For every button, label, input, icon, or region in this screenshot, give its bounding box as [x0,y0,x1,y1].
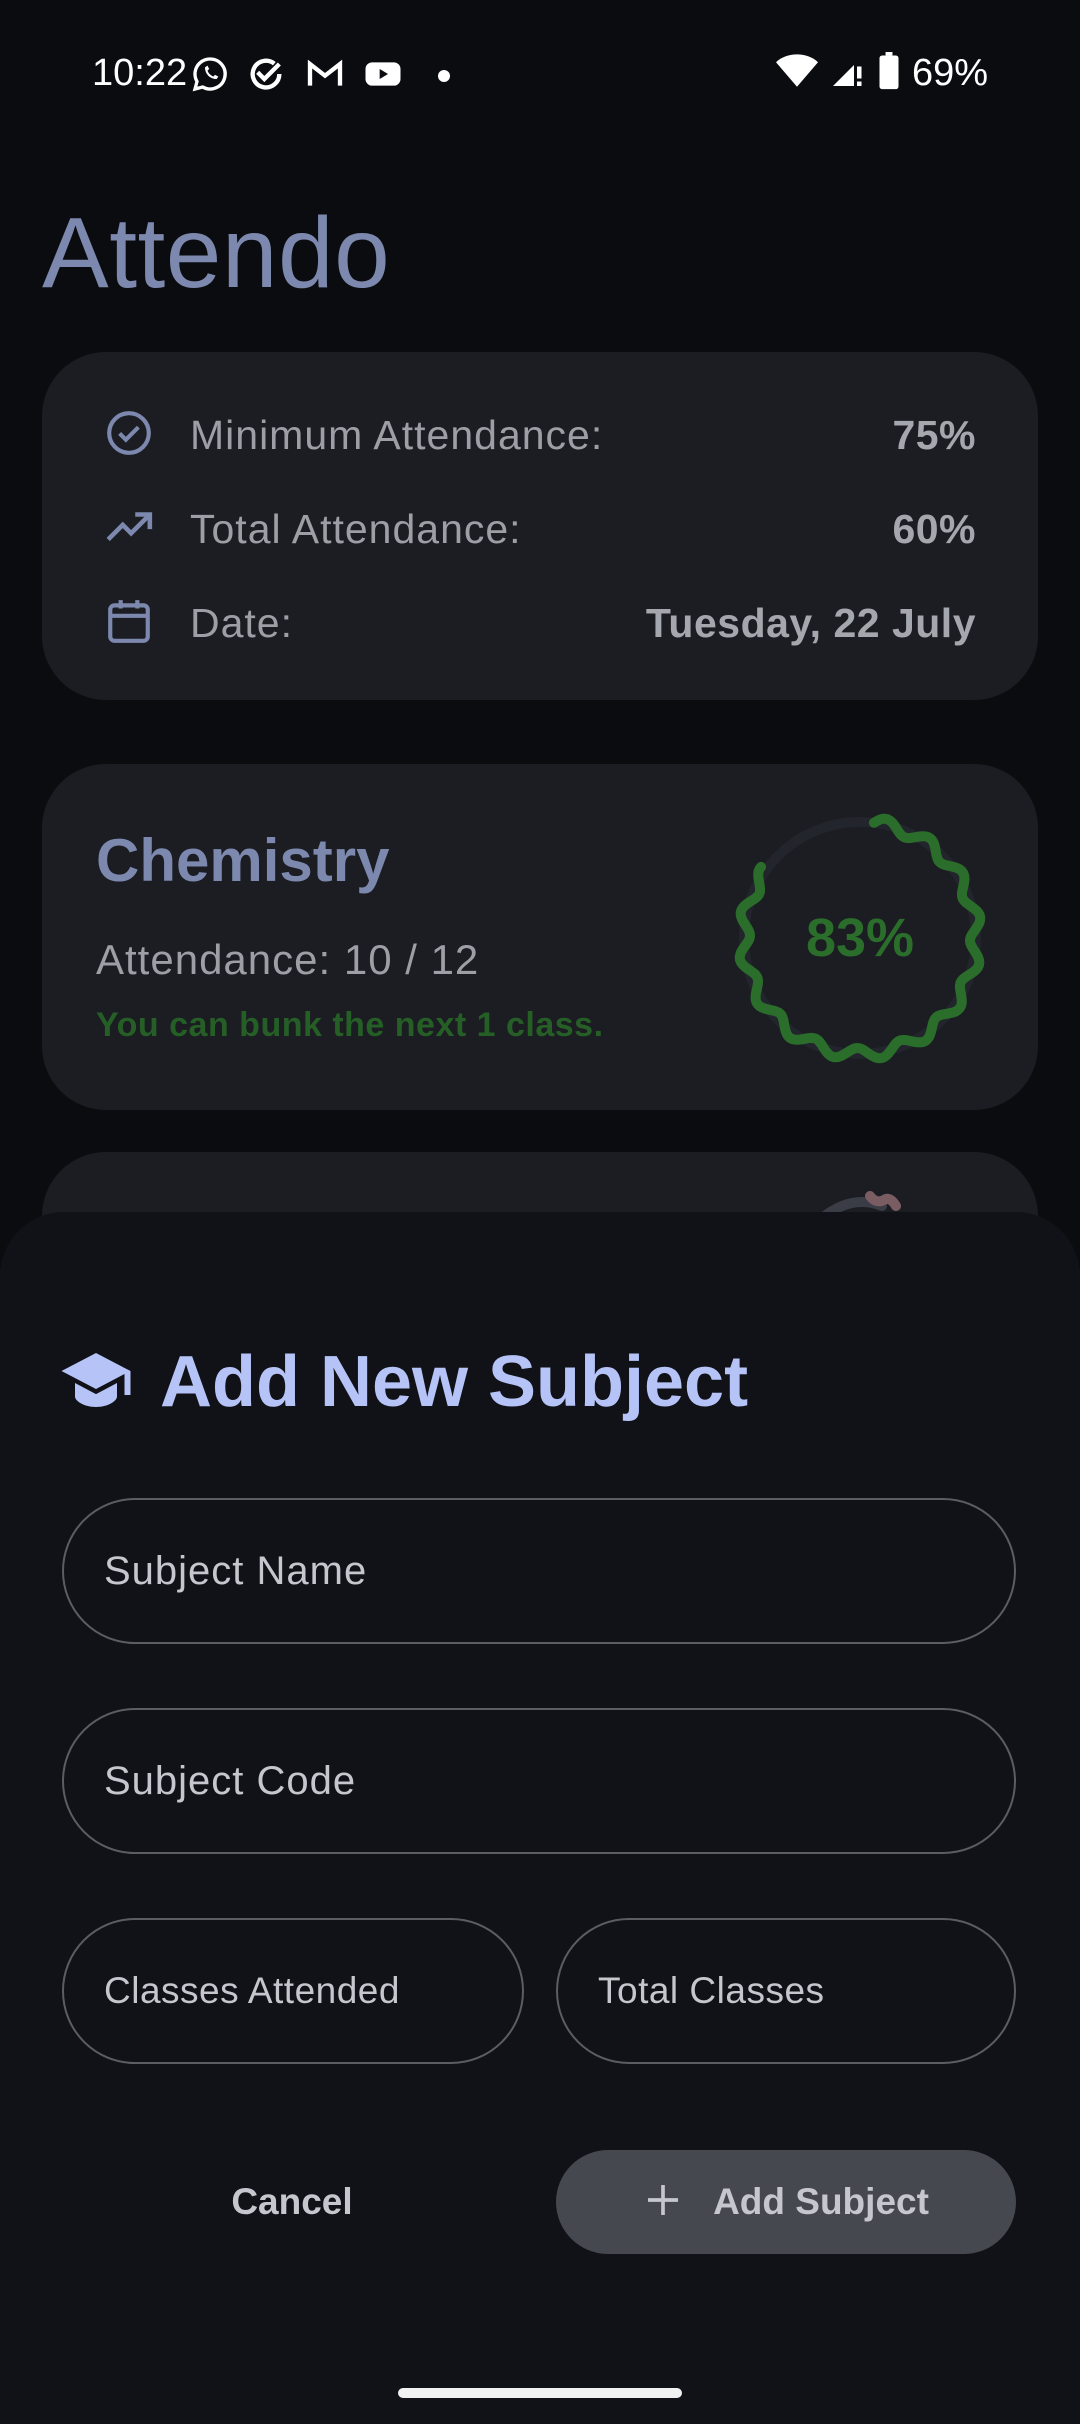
app-background: 10:22 69% Attendo Minimum Attendance: 75… [0,0,1080,2424]
total-classes-placeholder: Total Classes [598,1970,825,2011]
attendance-summary-card: Minimum Attendance: 75% Total Attendance… [42,352,1038,700]
status-right: 69% [775,52,988,95]
battery-icon [878,52,900,95]
minimum-attendance-label: Minimum Attendance: [190,412,604,458]
graduation-cap-icon [60,1350,132,1415]
minimum-attendance-value: 75% [892,412,976,458]
wifi-icon [775,53,818,94]
more-notifications-dot [438,70,450,82]
total-attendance-value: 60% [892,506,976,552]
minimum-attendance-row: Minimum Attendance: 75% [42,402,1038,462]
status-time: 10:22 [92,52,188,94]
cancel-button-label: Cancel [231,2181,353,2222]
cellular-signal-icon [830,53,866,94]
plus-icon [643,2180,683,2225]
subject-card-chemistry[interactable]: Chemistry Attendance: 10 / 12 You can bu… [42,764,1038,1110]
date-label: Date: [190,600,293,646]
date-value: Tuesday, 22 July [645,600,976,646]
subject-bunk-message: You can bunk the next 1 class. [96,1006,604,1044]
add-subject-button[interactable]: Add Subject [556,2150,1016,2254]
subject-name: Chemistry [96,827,390,894]
battery-percent: 69% [911,52,988,94]
attendance-percent: 83% [805,908,915,968]
subject-attendance-count: Attendance: 10 / 12 [96,936,480,983]
app-title: Attendo [42,197,391,309]
status-bar: 10:22 69% [0,0,1080,150]
home-indicator[interactable] [398,2388,682,2398]
sheet-title: Add New Subject [160,1342,749,1422]
sheet-header: Add New Subject [60,1332,748,1432]
total-attendance-label: Total Attendance: [190,506,522,552]
check-task-icon [246,54,286,99]
add-subject-bottom-sheet: Add New Subject Subject Name Subject Cod… [0,1212,1080,2424]
date-row: Date: Tuesday, 22 July [42,590,1038,650]
total-attendance-row: Total Attendance: 60% [42,496,1038,556]
gmail-icon [304,54,346,99]
attendance-progress-ring: 83% [720,798,1000,1078]
add-subject-button-label: Add Subject [713,2181,929,2222]
subject-name-field[interactable]: Subject Name [62,1498,1016,1644]
classes-attended-field[interactable]: Classes Attended [62,1918,524,2064]
check-circle-icon [104,408,154,458]
subject-code-field[interactable]: Subject Code [62,1708,1016,1854]
trending-up-icon [104,502,154,552]
whatsapp-icon [190,54,230,99]
subject-name-placeholder: Subject Name [104,1548,368,1593]
cancel-button[interactable]: Cancel [62,2150,522,2254]
youtube-icon [362,54,404,99]
classes-attended-placeholder: Classes Attended [104,1970,400,2011]
subject-code-placeholder: Subject Code [104,1758,357,1803]
calendar-icon [104,596,154,646]
total-classes-field[interactable]: Total Classes [556,1918,1016,2064]
